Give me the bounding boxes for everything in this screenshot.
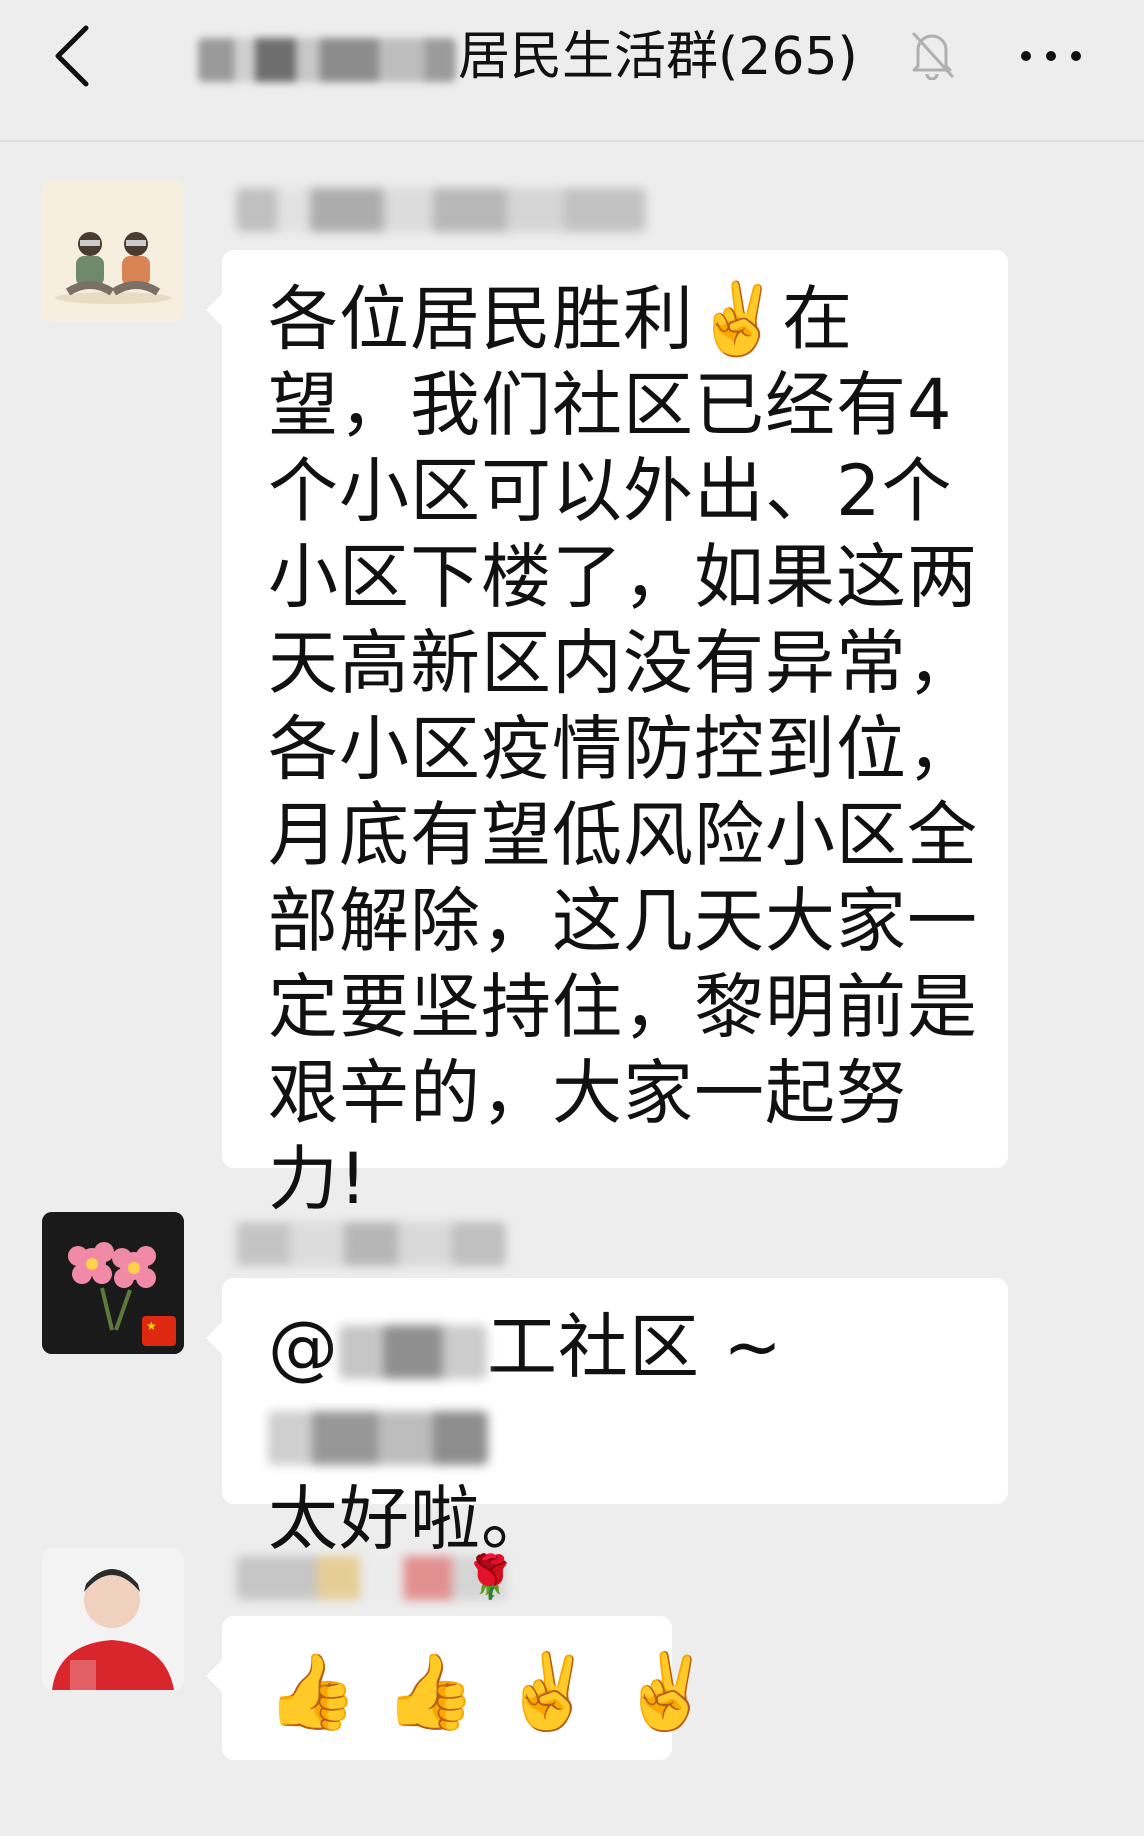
chevron-left-icon	[55, 25, 89, 87]
message-text: 各位居民胜利✌️在望，我们社区已经有4个小区可以外出、2个小区下楼了，如果这两天…	[268, 278, 978, 1220]
emoji-row: 👍 👍 ✌️ ✌️	[266, 1652, 713, 1732]
thumbs-up-emoji: 👍	[384, 1649, 477, 1735]
chat-header: 居民生活群(265)	[0, 0, 1144, 142]
thumbs-up-emoji: 👍	[266, 1649, 359, 1735]
bell-off-icon	[908, 28, 956, 81]
avatar[interactable]	[42, 180, 184, 322]
sender-name	[236, 188, 646, 232]
message-bubble[interactable]: @ 工社区 ~ 太好啦。	[206, 1278, 1008, 1560]
svg-text:★: ★	[146, 1319, 157, 1333]
more-button[interactable]	[1016, 30, 1086, 82]
message-text: @ 工社区 ~ 太好啦。	[268, 1304, 988, 1562]
mention-visible: 工社区	[487, 1306, 700, 1388]
sender-name	[236, 1222, 506, 1266]
avatar[interactable]	[42, 1548, 184, 1690]
message-bubble[interactable]: 各位居民胜利✌️在望，我们社区已经有4个小区可以外出、2个小区下楼了，如果这两天…	[206, 250, 1008, 1220]
back-button[interactable]	[40, 20, 110, 90]
blurred-mention-rest	[268, 1410, 488, 1465]
message-bubble[interactable]: 👍 👍 ✌️ ✌️	[206, 1616, 713, 1760]
blurred-title-prefix	[198, 38, 456, 82]
message-line-2: 太好啦。	[268, 1478, 552, 1560]
victory-hand-emoji: ✌️	[502, 1649, 595, 1735]
pink-flowers-avatar: ★	[42, 1212, 184, 1354]
more-horizontal-icon	[1021, 51, 1081, 61]
avatar[interactable]: ★	[42, 1212, 184, 1354]
mention-tilde: ~	[723, 1306, 783, 1388]
blurred-mention-name	[339, 1324, 487, 1379]
mention-at: @	[268, 1306, 339, 1388]
chat-title-text: 居民生活群(265)	[458, 27, 858, 87]
rose-emoji: 🌹	[464, 1552, 517, 1601]
cartoon-two-people-avatar	[42, 180, 184, 322]
person-photo-avatar	[42, 1548, 184, 1690]
victory-hand-emoji: ✌️	[620, 1649, 713, 1735]
chat-title: 居民生活群(265)	[198, 24, 858, 90]
